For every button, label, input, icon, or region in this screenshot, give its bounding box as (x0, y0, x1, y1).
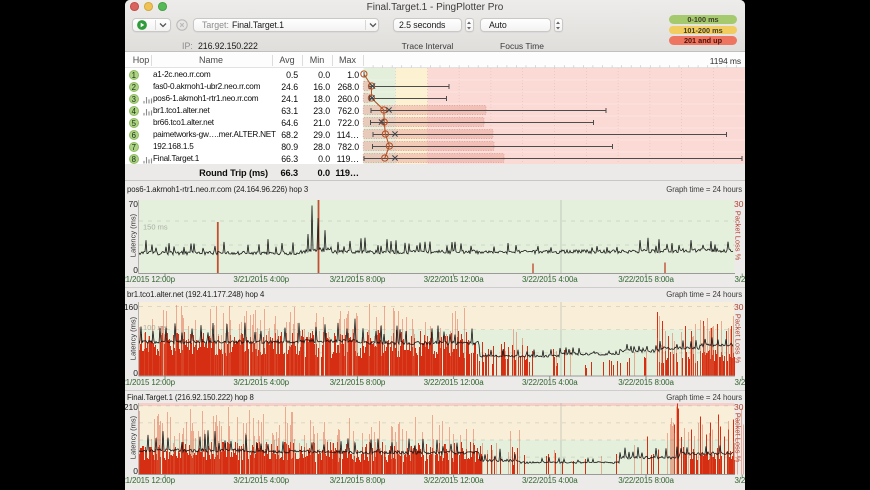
svg-text:100 ms: 100 ms (143, 323, 168, 332)
svg-text:150 ms: 150 ms (143, 222, 168, 231)
